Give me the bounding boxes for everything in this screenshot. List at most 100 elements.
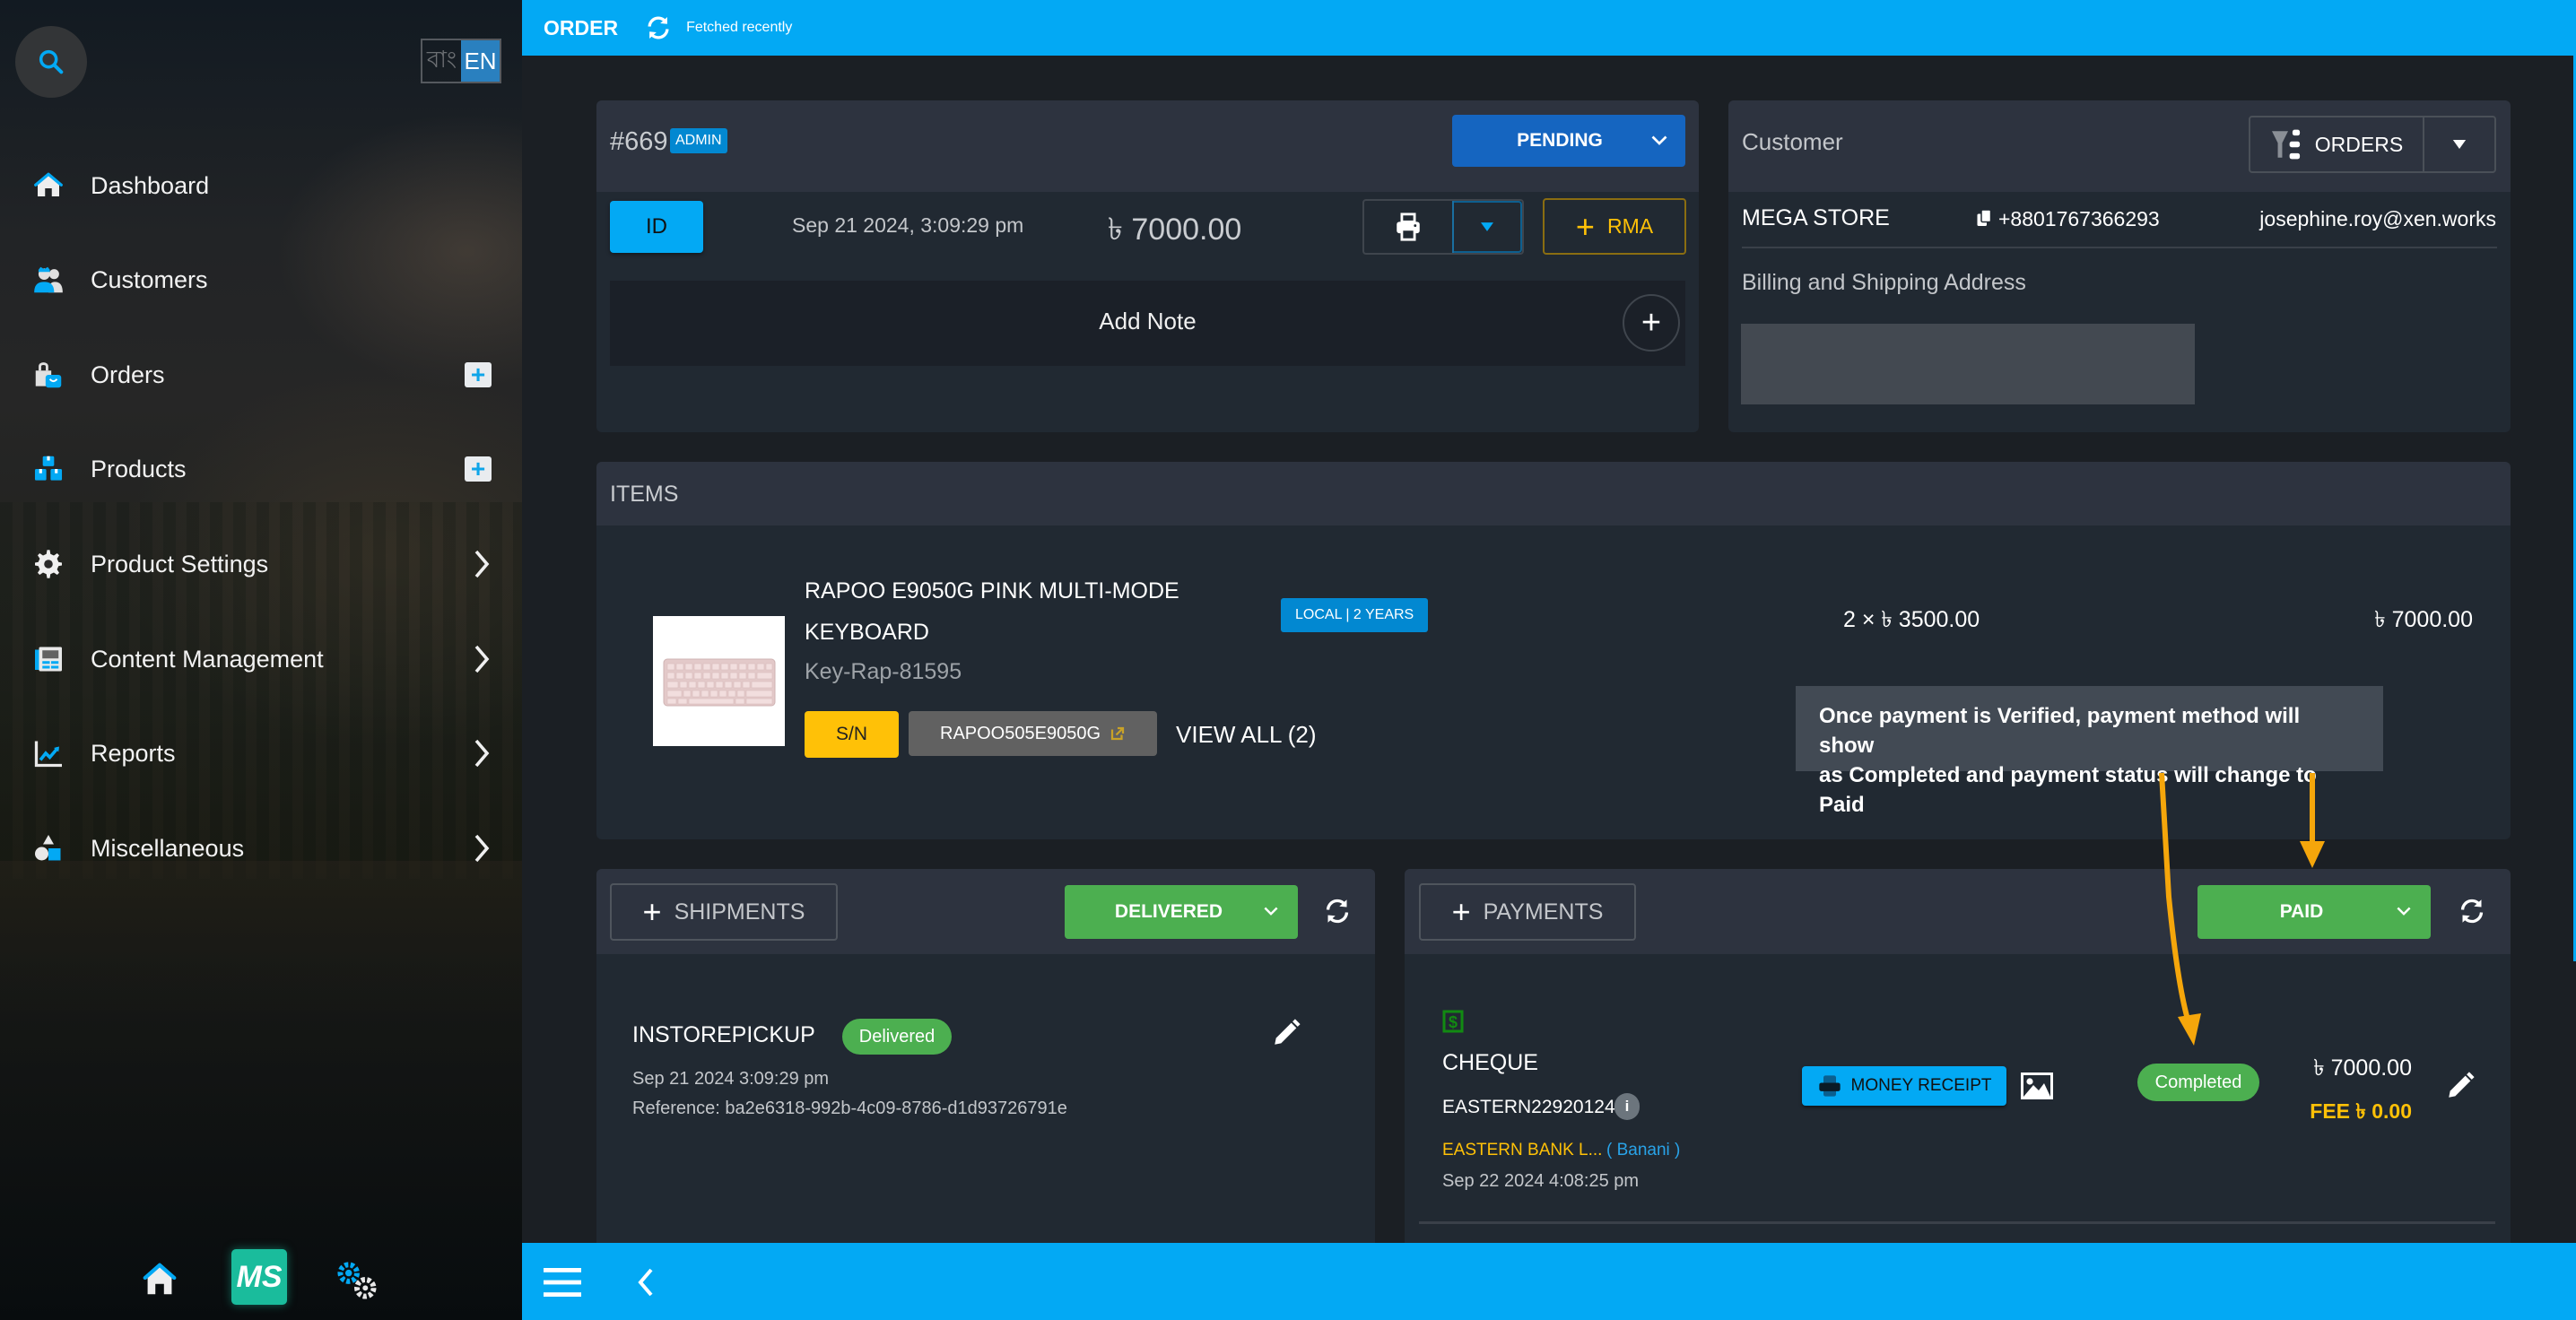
chevron-down-icon <box>2397 907 2411 916</box>
edit-shipment-button[interactable] <box>1271 1018 1301 1053</box>
annotation-line1: Once payment is Verified, payment method… <box>1819 704 2301 758</box>
shipment-status-label: DELIVERED <box>1114 901 1223 922</box>
customer-name[interactable]: MEGA STORE <box>1742 205 1890 231</box>
sidebar-item-customers[interactable]: Customers <box>0 248 522 311</box>
customer-email[interactable]: josephine.roy@xen.works <box>2259 207 2496 231</box>
product-name-line1[interactable]: RAPOO E9050G PINK MULTI-MODE <box>805 578 1179 604</box>
sidebar-item-label: Products <box>91 455 187 482</box>
sidebar-item-reports[interactable]: Reports <box>0 722 522 785</box>
home-icon <box>143 1263 177 1295</box>
add-note-bar[interactable]: Add Note + <box>610 281 1685 366</box>
bank-branch: ( Banani ) <box>1606 1141 1681 1159</box>
shipment-status-dropdown[interactable]: DELIVERED <box>1065 885 1298 939</box>
copy-icon[interactable] <box>1976 208 1992 232</box>
menu-button[interactable] <box>544 1268 581 1301</box>
rma-label: RMA <box>1606 214 1654 238</box>
caret-down-icon <box>2452 140 2467 149</box>
sidebar-item-dashboard[interactable]: Dashboard <box>0 154 522 217</box>
page-title: ORDER <box>544 15 619 39</box>
ms-logo-button[interactable]: MS <box>231 1249 287 1305</box>
sidebar-item-miscellaneous[interactable]: Miscellaneous <box>0 817 522 880</box>
search-button[interactable] <box>15 26 87 98</box>
product-name-line2[interactable]: KEYBOARD <box>805 620 929 646</box>
id-button[interactable]: ID <box>610 201 703 253</box>
shipment-date: Sep 21 2024 3:09:29 pm <box>632 1069 830 1089</box>
image-icon <box>2021 1072 2053 1099</box>
refresh-button[interactable] <box>643 13 674 43</box>
sync-icon <box>2460 899 2484 924</box>
print-options-dropdown[interactable] <box>1454 201 1522 253</box>
payment-image-button[interactable] <box>2019 1071 2055 1106</box>
top-bar: ORDER Fetched recently <box>522 0 2576 56</box>
items-card-header <box>596 462 2511 525</box>
qty-price: 2 × ৳ 3500.00 <box>1843 607 1980 632</box>
admin-badge: ADMIN <box>670 128 727 153</box>
payment-amount: ৳ 7000.00 <box>2313 1055 2412 1081</box>
print-button[interactable] <box>1364 201 1454 253</box>
ms-logo-text: MS <box>236 1259 283 1294</box>
payment-method: CHEQUE <box>1442 1050 1538 1075</box>
filter-list-icon <box>2271 129 2300 160</box>
serial-link-button[interactable]: RAPOO505E9050G <box>909 711 1157 756</box>
chevron-down-icon <box>1651 135 1667 145</box>
serial-value: RAPOO505E9050G <box>940 723 1101 743</box>
products-boxes-icon <box>30 451 66 487</box>
settings-shortcut-button[interactable] <box>334 1257 380 1307</box>
plus-icon: + <box>1640 304 1662 342</box>
address-placeholder <box>1741 324 2195 404</box>
product-image[interactable] <box>653 616 785 746</box>
hamburger-icon <box>544 1268 581 1297</box>
sidebar-item-product-settings[interactable]: Product Settings <box>0 533 522 595</box>
add-note-button[interactable]: + <box>1623 294 1680 352</box>
content-icon <box>30 641 66 677</box>
info-icon[interactable]: i <box>1614 1093 1640 1120</box>
sync-icon <box>648 16 669 39</box>
home-shortcut-button[interactable] <box>139 1258 180 1304</box>
payment-status-label: PAID <box>2279 901 2324 922</box>
sidebar: বাং EN Dashboard Customers Orders + Prod… <box>0 0 522 1320</box>
sidebar-item-label: Miscellaneous <box>91 834 245 862</box>
customer-orders-dropdown[interactable] <box>2424 117 2494 171</box>
order-card: #669 ADMIN PENDING ID Sep 21 2024, 3:09:… <box>596 100 1699 432</box>
lang-english[interactable]: EN <box>461 40 500 82</box>
order-status-dropdown[interactable]: PENDING <box>1452 115 1685 167</box>
add-payment-label: PAYMENTS <box>1483 899 1604 925</box>
customer-phone[interactable]: +8801767366293 <box>1998 207 2160 231</box>
add-shipment-button[interactable]: + SHIPMENTS <box>610 883 838 941</box>
warranty-badge: LOCAL | 2 YEARS <box>1281 598 1429 632</box>
print-button-group <box>1362 199 1524 255</box>
edit-payment-button[interactable] <box>2445 1071 2476 1106</box>
add-order-button[interactable]: + <box>465 362 492 387</box>
gear-icon <box>30 546 66 582</box>
sidebar-item-content-management[interactable]: Content Management <box>0 628 522 690</box>
order-total: ৳ 7000.00 <box>1108 213 1242 247</box>
sidebar-item-label: Orders <box>91 360 165 388</box>
language-toggle[interactable]: বাং EN <box>421 39 501 83</box>
pencil-icon <box>2449 1072 2475 1098</box>
payment-status-dropdown[interactable]: PAID <box>2197 885 2431 939</box>
view-all-serials-link[interactable]: VIEW ALL (2) <box>1176 721 1317 749</box>
sidebar-item-orders[interactable]: Orders + <box>0 343 522 406</box>
rma-button[interactable]: + RMA <box>1543 198 1686 255</box>
address-title: Billing and Shipping Address <box>1742 270 2026 295</box>
customer-orders-button[interactable]: ORDERS <box>2250 117 2424 171</box>
divider <box>1742 247 2497 248</box>
customer-title: Customer <box>1742 128 1843 155</box>
add-product-button[interactable]: + <box>465 456 492 482</box>
bank-name: EASTERN BANK L... <box>1442 1141 1603 1159</box>
sidebar-item-label: Dashboard <box>91 171 210 199</box>
chevron-right-icon <box>468 735 495 771</box>
shipment-refresh-button[interactable] <box>1321 895 1353 932</box>
payment-refresh-button[interactable] <box>2456 895 2488 932</box>
money-receipt-button[interactable]: MONEY RECEIPT <box>1802 1066 2006 1106</box>
lang-bangla[interactable]: বাং <box>422 40 461 82</box>
back-button[interactable] <box>637 1268 655 1301</box>
customers-icon <box>30 262 66 298</box>
keyboard-image <box>663 658 776 707</box>
bottom-bar <box>522 1243 2576 1320</box>
add-shipment-label: SHIPMENTS <box>674 899 805 925</box>
sidebar-item-products[interactable]: Products + <box>0 438 522 500</box>
order-number: #669 <box>610 127 668 156</box>
add-payment-button[interactable]: + PAYMENTS <box>1419 883 1636 941</box>
serial-number-button[interactable]: S/N <box>805 711 899 758</box>
